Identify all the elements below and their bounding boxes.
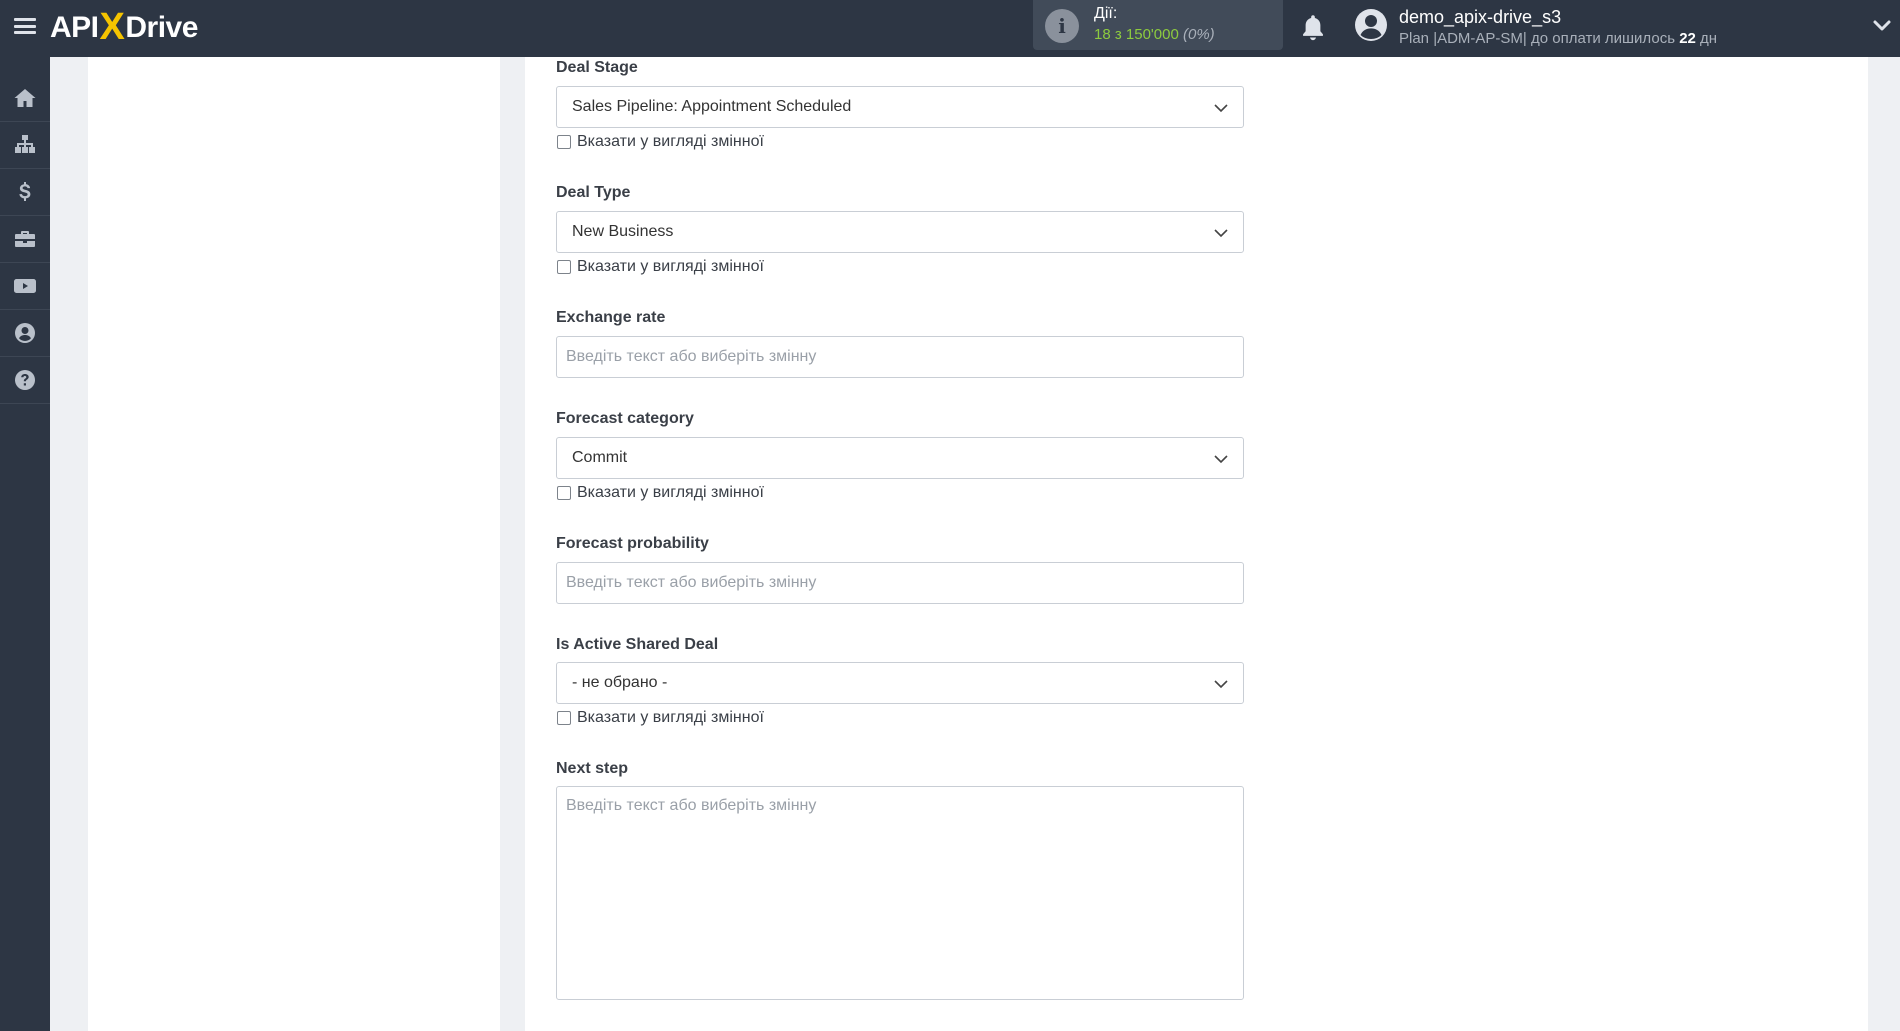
top-bar: API X Drive i Дії: 18 з 150'000 (0%) demo_… — [0, 0, 1900, 57]
checkbox-box[interactable] — [557, 260, 571, 274]
deal-type-variable-checkbox[interactable]: Вказати у вигляді змінної — [557, 258, 764, 276]
sidebar-nav — [0, 57, 50, 1031]
actions-percent: (0%) — [1183, 26, 1215, 43]
checkbox-label: Вказати у вигляді змінної — [577, 258, 764, 275]
next-step-label: Next step — [556, 760, 629, 777]
user-circle-icon — [15, 323, 35, 343]
apix-drive-logo[interactable]: API X Drive — [50, 6, 198, 50]
actions-count-value: 18 з 150'000 — [1094, 26, 1179, 43]
sidebar-item-home[interactable] — [0, 75, 50, 122]
deal-type-value: New Business — [572, 223, 674, 240]
user-avatar-icon[interactable] — [1354, 8, 1388, 42]
menu-toggle-icon[interactable] — [14, 16, 36, 36]
is-active-shared-deal-variable-checkbox[interactable]: Вказати у вигляді змінної — [557, 709, 764, 727]
chevron-down-icon — [1214, 229, 1228, 238]
logo-text-x: X — [99, 5, 125, 48]
forecast-category-value: Commit — [572, 449, 628, 466]
is-active-shared-deal-value: - не обрано - — [572, 674, 668, 691]
exchange-rate-input[interactable] — [556, 336, 1244, 378]
plan-suffix: дн — [1695, 30, 1718, 47]
home-icon — [14, 89, 36, 107]
exchange-rate-label: Exchange rate — [556, 309, 666, 326]
forecast-probability-input[interactable] — [556, 562, 1244, 604]
deal-type-select[interactable]: New Business — [556, 211, 1244, 253]
actions-counter: i Дії: 18 з 150'000 (0%) — [1033, 0, 1283, 50]
checkbox-box[interactable] — [557, 711, 571, 725]
left-panel — [88, 57, 500, 1031]
checkbox-label: Вказати у вигляді змінної — [577, 484, 764, 501]
sidebar-item-billing[interactable] — [0, 169, 50, 216]
logo-text-api: API — [50, 11, 99, 44]
forecast-category-label: Forecast category — [556, 410, 694, 427]
actions-count: 18 з 150'000 (0%) — [1094, 26, 1215, 43]
plan-days: 22 — [1679, 30, 1696, 47]
forecast-category-variable-checkbox[interactable]: Вказати у вигляді змінної — [557, 484, 764, 502]
plan-prefix: Plan |ADM-AP-SM| до оплати лишилось — [1399, 30, 1680, 47]
notifications-bell-icon[interactable] — [1299, 13, 1327, 43]
deal-stage-value: Sales Pipeline: Appointment Scheduled — [572, 98, 852, 115]
sidebar-item-profile[interactable] — [0, 310, 50, 357]
briefcase-icon — [15, 231, 35, 247]
dollar-icon — [19, 182, 31, 201]
is-active-shared-deal-label: Is Active Shared Deal — [556, 636, 719, 653]
youtube-icon — [14, 279, 36, 293]
sidebar-item-help[interactable] — [0, 357, 50, 404]
chevron-down-icon[interactable] — [1872, 16, 1892, 36]
is-active-shared-deal-select[interactable]: - не обрано - — [556, 662, 1244, 704]
forecast-category-select[interactable]: Commit — [556, 437, 1244, 479]
deal-stage-label: Deal Stage — [556, 59, 638, 76]
deal-type-label: Deal Type — [556, 184, 631, 201]
question-circle-icon — [15, 370, 35, 390]
checkbox-label: Вказати у вигляді змінної — [577, 709, 764, 726]
checkbox-box[interactable] — [557, 486, 571, 500]
chevron-down-icon — [1214, 680, 1228, 689]
sitemap-icon — [15, 135, 35, 153]
checkbox-label: Вказати у вигляді змінної — [577, 133, 764, 150]
info-icon: i — [1045, 9, 1079, 43]
sidebar-item-connections[interactable] — [0, 122, 50, 169]
chevron-down-icon — [1214, 455, 1228, 464]
chevron-down-icon — [1214, 104, 1228, 113]
user-name[interactable]: demo_apix-drive_s3 — [1399, 7, 1561, 28]
logo-text-drive: Drive — [125, 11, 198, 44]
sidebar-item-tools[interactable] — [0, 216, 50, 263]
forecast-probability-label: Forecast probability — [556, 535, 709, 552]
deal-stage-select[interactable]: Sales Pipeline: Appointment Scheduled — [556, 86, 1244, 128]
actions-label: Дії: — [1094, 5, 1118, 22]
deal-stage-variable-checkbox[interactable]: Вказати у вигляді змінної — [557, 133, 764, 151]
checkbox-box[interactable] — [557, 135, 571, 149]
user-plan-info: Plan |ADM-AP-SM| до оплати лишилось 22 д… — [1399, 30, 1717, 47]
sidebar-item-videos[interactable] — [0, 263, 50, 310]
next-step-textarea[interactable] — [556, 786, 1244, 1000]
